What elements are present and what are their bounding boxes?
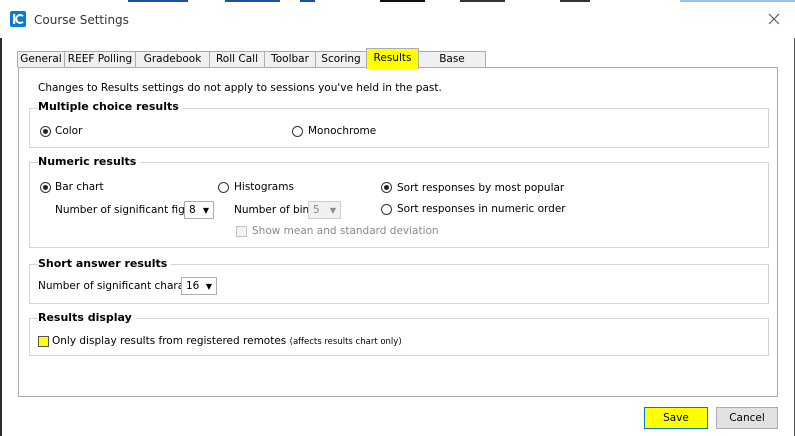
results-settings-panel: Changes to Results settings do not apply… bbox=[18, 67, 778, 397]
window-title: Course Settings bbox=[34, 13, 129, 27]
chevron-down-icon: ▼ bbox=[329, 206, 336, 215]
window-border-left bbox=[0, 38, 2, 436]
histograms-radio[interactable] bbox=[218, 182, 229, 193]
sort-numeric-label: Sort responses in numeric order bbox=[397, 203, 566, 215]
multiple-choice-group bbox=[29, 108, 769, 148]
bar-chart-label: Bar chart bbox=[55, 181, 104, 193]
chevron-down-icon: ▼ bbox=[202, 206, 209, 215]
title-bar: Course Settings bbox=[0, 2, 795, 38]
registered-remotes-label: Only display results from registered rem… bbox=[52, 335, 402, 347]
registered-remotes-note: (affects results chart only) bbox=[289, 337, 402, 347]
tab-general[interactable]: General bbox=[17, 51, 65, 67]
tab-results[interactable]: Results bbox=[366, 48, 419, 69]
sig-chars-value: 16 bbox=[186, 280, 200, 292]
results-display-title: Results display bbox=[38, 311, 136, 324]
sort-popular-label: Sort responses by most popular bbox=[397, 182, 565, 194]
tab-gradebook[interactable]: Gradebook bbox=[135, 51, 210, 67]
sort-popular-radio[interactable] bbox=[381, 182, 392, 193]
mean-sd-label: Show mean and standard deviation bbox=[252, 225, 439, 237]
registered-remotes-checkbox[interactable] bbox=[38, 336, 49, 347]
tab-reef-polling[interactable]: REEF Polling bbox=[64, 51, 136, 67]
sort-numeric-radio[interactable] bbox=[381, 204, 392, 215]
monochrome-radio[interactable] bbox=[292, 126, 303, 137]
sig-chars-select[interactable]: 16 ▼ bbox=[181, 277, 217, 295]
results-notice: Changes to Results settings do not apply… bbox=[38, 82, 442, 94]
short-answer-title: Short answer results bbox=[38, 257, 172, 270]
bins-label: Number of bins: bbox=[234, 204, 319, 216]
cancel-button[interactable]: Cancel bbox=[716, 407, 778, 429]
monochrome-label: Monochrome bbox=[308, 125, 377, 137]
color-radio[interactable] bbox=[40, 126, 51, 137]
app-icon bbox=[10, 11, 26, 27]
histograms-label: Histograms bbox=[234, 181, 294, 193]
bins-value: 5 bbox=[313, 204, 320, 216]
color-label: Color bbox=[55, 125, 83, 137]
tab-toolbar[interactable]: Toolbar bbox=[264, 51, 316, 67]
tab-base-display[interactable]: Base Display bbox=[418, 51, 486, 80]
close-icon[interactable] bbox=[765, 10, 783, 28]
sig-figs-select[interactable]: 8 ▼ bbox=[184, 201, 214, 219]
numeric-results-title: Numeric results bbox=[38, 155, 141, 168]
save-button[interactable]: Save bbox=[644, 407, 708, 429]
chevron-down-icon: ▼ bbox=[205, 282, 212, 291]
bins-select[interactable]: 5 ▼ bbox=[308, 201, 341, 219]
sig-figs-value: 8 bbox=[189, 204, 196, 216]
tab-scoring[interactable]: Scoring bbox=[315, 51, 367, 67]
tab-roll-call[interactable]: Roll Call bbox=[209, 51, 265, 67]
mean-sd-checkbox[interactable] bbox=[236, 226, 247, 237]
bar-chart-radio[interactable] bbox=[40, 182, 51, 193]
multiple-choice-title: Multiple choice results bbox=[38, 100, 183, 113]
